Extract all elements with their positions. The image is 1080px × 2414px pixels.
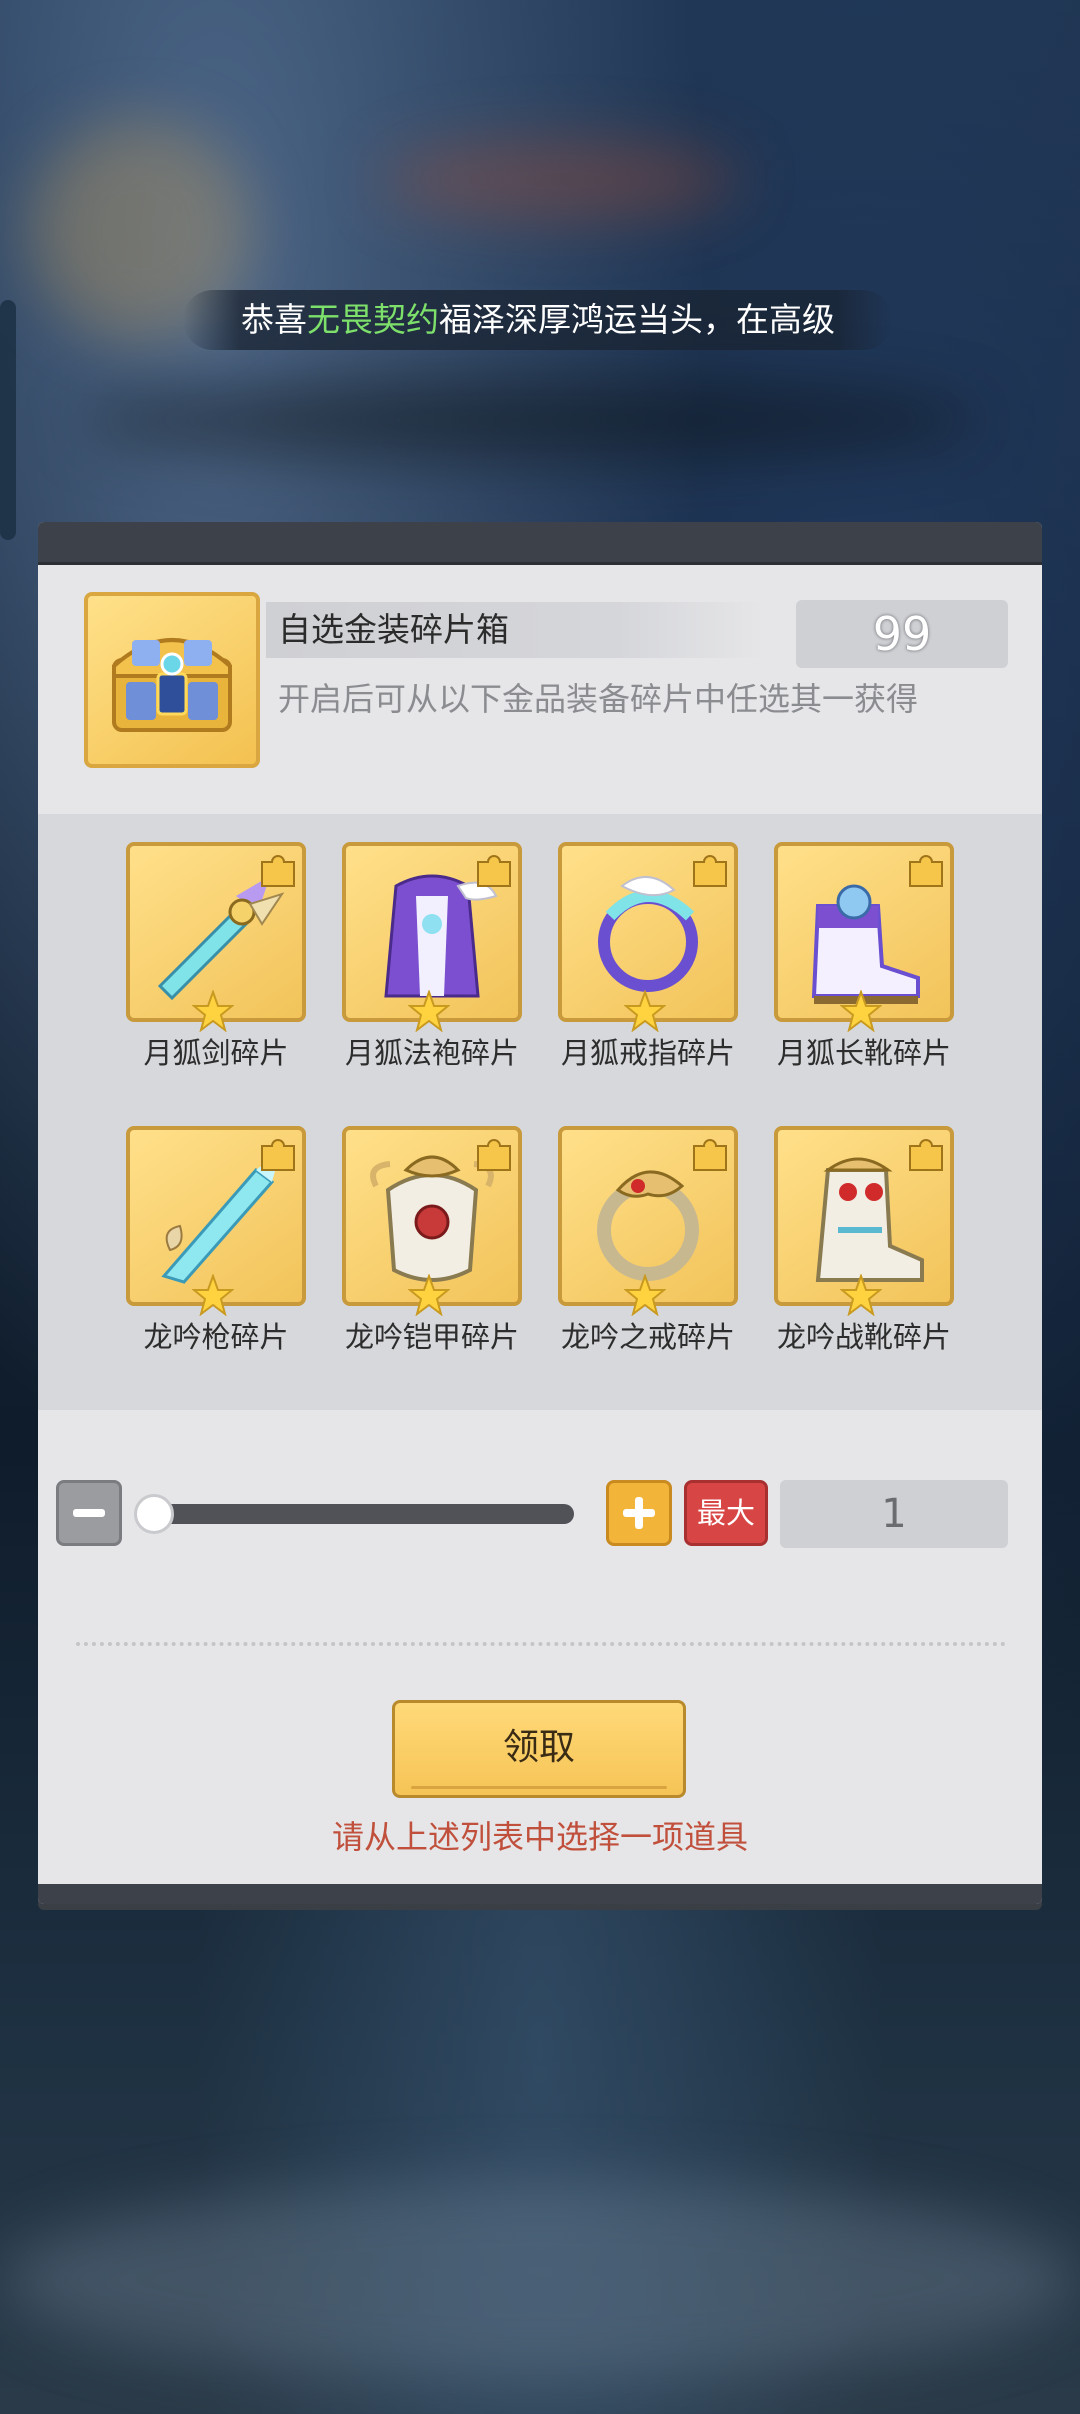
max-button[interactable]: 最大 (684, 1480, 768, 1546)
puzzle-piece-icon (477, 1139, 511, 1171)
star-icon (840, 1274, 882, 1316)
divider (76, 1642, 1006, 1646)
fragment-option[interactable]: 龙吟战靴碎片 (772, 1126, 956, 1356)
claim-button[interactable]: 领取 (392, 1700, 686, 1798)
puzzle-piece-icon (477, 855, 511, 887)
item-name: 自选金装碎片箱 (278, 610, 509, 649)
fragment-grid: 月狐剑碎片 月狐法袍碎片 月狐戒指碎片 月狐长靴碎片 龙吟枪碎片 龙吟铠甲碎片 … (38, 814, 1042, 1410)
banner-highlight: 无畏契约 (307, 300, 439, 339)
broadcast-banner: 恭喜无畏契约福泽深厚鸿运当头，在高级 (183, 290, 893, 350)
puzzle-piece-icon (909, 1139, 943, 1171)
star-icon (840, 990, 882, 1032)
puzzle-piece-icon (909, 855, 943, 887)
puzzle-piece-icon (693, 1139, 727, 1171)
dialog-header-bar (38, 522, 1042, 565)
plus-icon (635, 1497, 643, 1529)
banner-suffix: 福泽深厚鸿运当头，在高级 (439, 300, 835, 339)
fragment-option[interactable]: 龙吟之戒碎片 (556, 1126, 740, 1356)
puzzle-piece-icon (261, 1139, 295, 1171)
star-icon (408, 990, 450, 1032)
fragment-tile (774, 842, 954, 1032)
fragment-label: 月狐剑碎片 (143, 1036, 289, 1070)
star-icon (624, 1274, 666, 1316)
item-description: 开启后可从以下金品装备碎片中任选其一获得 (278, 680, 919, 718)
fragment-label: 龙吟战靴碎片 (776, 1320, 951, 1354)
item-count: 99 (796, 600, 1008, 668)
fragment-option[interactable]: 月狐长靴碎片 (772, 842, 956, 1072)
selection-hint: 请从上述列表中选择一项道具 (331, 1818, 748, 1856)
star-icon (408, 1274, 450, 1316)
fragment-option[interactable]: 月狐戒指碎片 (556, 842, 740, 1072)
star-icon (192, 1274, 234, 1316)
fragment-option[interactable]: 月狐剑碎片 (124, 842, 308, 1072)
fragment-label: 龙吟枪碎片 (143, 1320, 289, 1354)
increase-button[interactable] (606, 1480, 672, 1546)
star-icon (192, 990, 234, 1032)
quantity-slider[interactable] (150, 1504, 574, 1524)
select-fragment-dialog: 自选金装碎片箱 99 开启后可从以下金品装备碎片中任选其一获得 月狐剑碎片 月狐… (38, 522, 1042, 1904)
banner-prefix: 恭喜 (241, 300, 307, 339)
fragment-tile (126, 1126, 306, 1316)
fragment-option[interactable]: 月狐法袍碎片 (340, 842, 524, 1072)
fragment-tile (342, 1126, 522, 1316)
fragment-tile (126, 842, 306, 1032)
decrease-button[interactable] (56, 1480, 122, 1546)
fragment-option[interactable]: 龙吟枪碎片 (124, 1126, 308, 1356)
background-blur (0, 300, 16, 540)
fragment-tile (342, 842, 522, 1032)
minus-icon (73, 1509, 105, 1517)
claim-underline (411, 1786, 667, 1789)
fragment-label: 龙吟之戒碎片 (560, 1320, 735, 1354)
treasure-chest-icon (84, 592, 260, 768)
puzzle-piece-icon (693, 855, 727, 887)
puzzle-piece-icon (261, 855, 295, 887)
star-icon (624, 990, 666, 1032)
fragment-label: 月狐戒指碎片 (560, 1036, 735, 1070)
slider-handle[interactable] (134, 1494, 174, 1534)
background-blur (380, 140, 740, 220)
fragment-label: 月狐长靴碎片 (776, 1036, 951, 1070)
fragment-label: 龙吟铠甲碎片 (344, 1320, 519, 1354)
fragment-label: 月狐法袍碎片 (344, 1036, 519, 1070)
background-blur (0, 2180, 1080, 2380)
fragment-option[interactable]: 龙吟铠甲碎片 (340, 1126, 524, 1356)
background-blur (80, 380, 980, 460)
dialog-footer-bar (38, 1884, 1042, 1904)
claim-button-label: 领取 (502, 1727, 575, 1768)
fragment-tile (774, 1126, 954, 1316)
fragment-tile (558, 1126, 738, 1316)
fragment-tile (558, 842, 738, 1032)
quantity-field[interactable]: 1 (780, 1480, 1008, 1548)
